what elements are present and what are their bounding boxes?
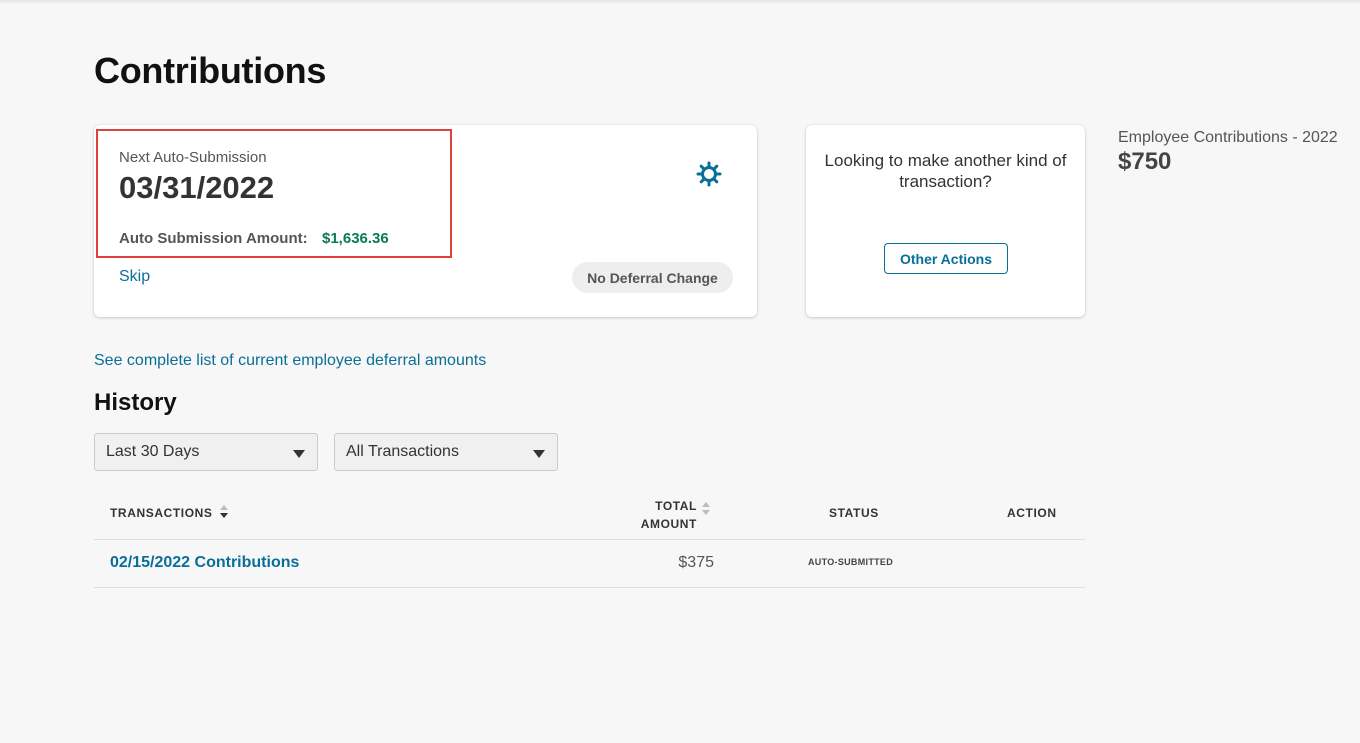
date-range-select[interactable]: Last 30 Days (94, 433, 318, 471)
sort-icon[interactable] (702, 502, 710, 516)
table-divider (94, 587, 1085, 588)
transaction-status: AUTO-SUBMITTED (808, 557, 894, 567)
gear-icon[interactable] (696, 161, 722, 187)
transaction-link[interactable]: 02/15/2022 Contributions (110, 554, 299, 572)
column-header-status: STATUS (829, 506, 879, 520)
employee-contributions-value: $750 (1118, 148, 1172, 175)
skip-link[interactable]: Skip (119, 268, 150, 286)
header-shadow (0, 0, 1360, 4)
table-divider (94, 539, 1085, 540)
auto-submission-amount-value: $1,636.36 (322, 230, 389, 247)
caret-down-icon (293, 450, 305, 458)
transaction-amount: $375 (678, 554, 714, 571)
column-header-transactions[interactable]: TRANSACTIONS (110, 506, 213, 520)
sort-icon[interactable] (220, 505, 228, 519)
no-deferral-change-badge: No Deferral Change (572, 262, 733, 293)
next-auto-submission-date: 03/31/2022 (119, 170, 275, 205)
caret-down-icon (533, 450, 545, 458)
page-title: Contributions (94, 50, 327, 91)
date-range-value: Last 30 Days (106, 443, 200, 460)
next-auto-submission-label: Next Auto-Submission (119, 149, 267, 166)
other-actions-button[interactable]: Other Actions (884, 243, 1008, 274)
deferral-amounts-link[interactable]: See complete list of current employee de… (94, 352, 486, 370)
history-title: History (94, 389, 177, 416)
auto-submission-amount-label: Auto Submission Amount: (119, 230, 308, 247)
column-header-action: ACTION (1007, 506, 1057, 520)
transaction-type-select[interactable]: All Transactions (334, 433, 558, 471)
transaction-type-value: All Transactions (346, 443, 459, 460)
other-transaction-question: Looking to make another kind of transact… (824, 151, 1067, 191)
employee-contributions-label: Employee Contributions - 2022 (1118, 129, 1338, 146)
column-header-total-amount[interactable]: TOTAL AMOUNT (620, 497, 697, 533)
